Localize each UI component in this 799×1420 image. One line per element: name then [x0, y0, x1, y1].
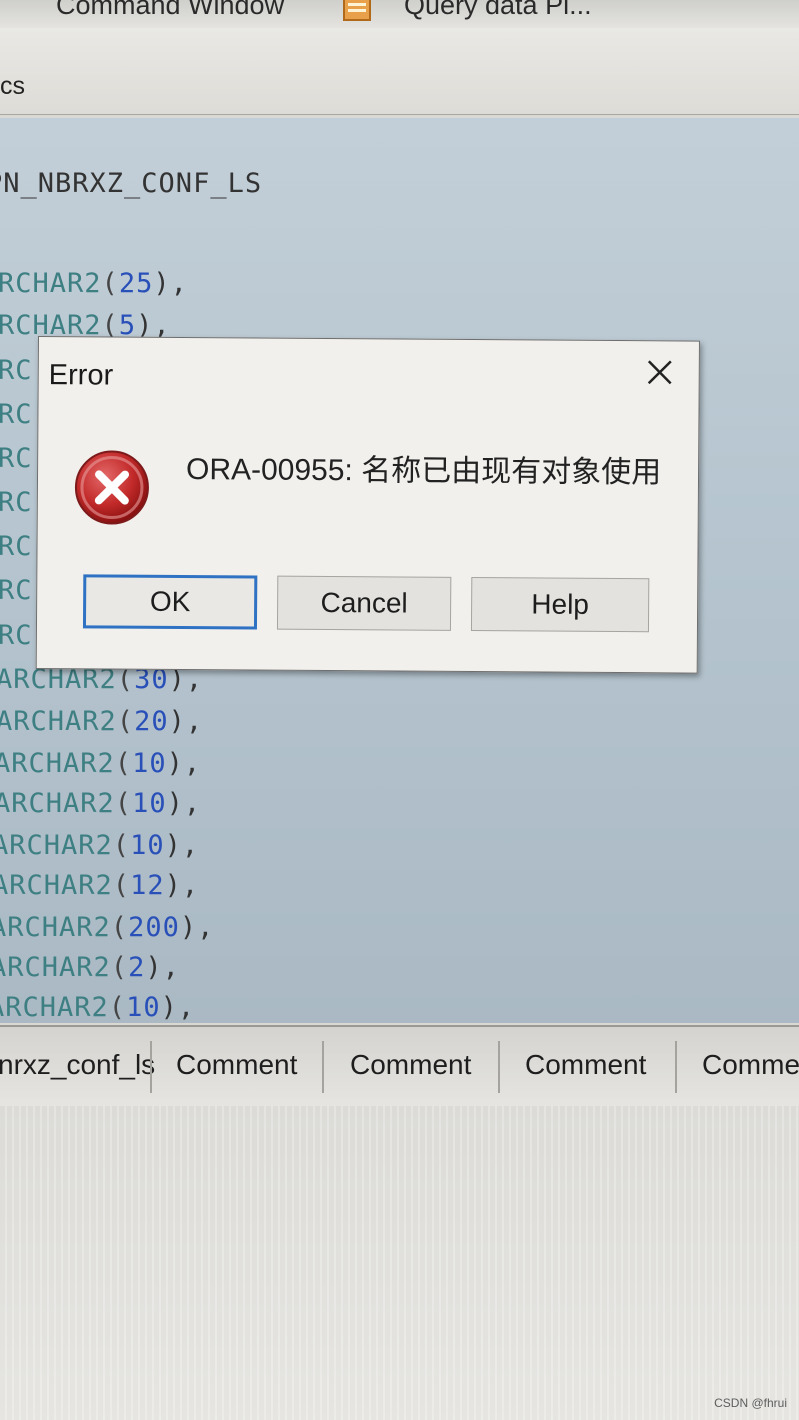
column-definition-line: ARCHAR2(10), [0, 830, 199, 861]
help-button[interactable]: Help [470, 577, 650, 633]
tab-command-window[interactable]: Command Window [56, 0, 284, 21]
column-definition-line: RC [0, 575, 33, 606]
error-dialog: Error ORA-00955: 名称已由现有对象使用 OK Cancel He… [35, 336, 700, 674]
column-definition-line: RCHAR2(25), [0, 268, 188, 299]
open-paren: ( [112, 830, 131, 861]
datatype-keyword: RC [0, 443, 33, 474]
line-end-punctuation: ), [164, 870, 200, 901]
tab-command-window-label: Command Window [56, 0, 285, 20]
open-paren: ( [108, 992, 127, 1023]
tab-comment-2[interactable]: Comment [350, 1049, 471, 1081]
subtab-partial-label[interactable]: cs [0, 72, 25, 101]
datatype-keyword: ARCHAR2 [0, 992, 109, 1023]
column-definition-line: ARCHAR2(2), [0, 952, 180, 983]
tab-divider [498, 1041, 500, 1093]
datatype-keyword: ARCHAR2 [0, 748, 115, 779]
open-paren: ( [114, 788, 133, 819]
cancel-button[interactable]: Cancel [276, 575, 452, 631]
error-message: ORA-00955: 名称已由现有对象使用 [185, 453, 662, 490]
column-definition-line: ARCHAR2(20), [0, 706, 203, 737]
column-definition-line: RC [0, 399, 33, 430]
column-definition-line: ARCHAR2(12), [0, 870, 199, 901]
watermark: CSDN @fhrui [714, 1396, 787, 1410]
datatype-size: 25 [118, 268, 154, 299]
datatype-keyword: ARCHAR2 [0, 870, 113, 901]
column-definition-line: ARCHAR2(10), [0, 788, 201, 819]
open-paren: ( [112, 870, 131, 901]
editor-subtab-bar: cs [0, 28, 799, 115]
datatype-keyword: ARCHAR2 [0, 830, 113, 861]
datatype-size: 20 [134, 706, 169, 737]
ok-button[interactable]: OK [82, 574, 258, 630]
datatype-keyword: RC [0, 575, 33, 606]
datatype-size: 200 [128, 912, 180, 943]
line-end-punctuation: ), [166, 748, 202, 779]
tab-divider [150, 1041, 152, 1093]
dialog-title: Error [48, 359, 114, 392]
tab-divider [675, 1041, 677, 1093]
column-definition-line: RC [0, 443, 33, 474]
tab-comment-3[interactable]: Comment [525, 1049, 646, 1081]
datatype-size: 2 [128, 952, 146, 983]
datatype-keyword: ARCHAR2 [0, 912, 111, 943]
error-x-icon [74, 450, 149, 525]
datatype-keyword: ARCHAR2 [0, 952, 111, 983]
line-end-punctuation: ), [179, 912, 215, 943]
column-definition-line: RC [0, 531, 33, 562]
datatype-size: 10 [132, 748, 167, 779]
column-definition-line: RC [0, 620, 33, 651]
query-window-icon [343, 0, 371, 21]
tab-table-name[interactable]: nrxz_conf_ls [0, 1049, 155, 1081]
open-paren: ( [110, 952, 129, 983]
create-table-line: PN_NBRXZ_CONF_LS [0, 168, 262, 199]
table-name: PN_NBRXZ_CONF_LS [0, 168, 263, 199]
line-end-punctuation: ), [153, 268, 188, 299]
datatype-keyword: RC [0, 355, 33, 386]
result-grid[interactable]: CSDN @fhrui [0, 1106, 799, 1420]
tab-comment-1[interactable]: Comment [176, 1049, 297, 1081]
open-paren: ( [101, 268, 119, 299]
window-tab-strip: Command Window Query data Pl... [0, 0, 799, 29]
open-paren: ( [114, 748, 133, 779]
line-end-punctuation: ), [168, 706, 204, 737]
open-paren: ( [116, 706, 135, 737]
open-paren: ( [110, 912, 129, 943]
datatype-keyword: RCHAR2 [0, 268, 102, 299]
line-end-punctuation: ), [166, 788, 202, 819]
column-definition-line: RC [0, 487, 33, 518]
datatype-keyword: ARCHAR2 [0, 706, 117, 737]
close-icon[interactable] [643, 355, 677, 389]
datatype-keyword: RC [0, 399, 33, 430]
line-end-punctuation: ), [145, 952, 180, 983]
column-definition-line: RC [0, 355, 33, 386]
datatype-keyword: RC [0, 487, 33, 518]
datatype-keyword: RC [0, 531, 33, 562]
tab-query-data-label: Query data Pl... [404, 0, 592, 20]
tab-query-data[interactable]: Query data Pl... [343, 0, 592, 21]
datatype-size: 12 [130, 870, 165, 901]
column-definition-line: ARCHAR2(10), [0, 992, 195, 1023]
datatype-size: 10 [132, 788, 167, 819]
column-definition-line: ARCHAR2(10), [0, 748, 201, 779]
tab-comment-4[interactable]: Comme [702, 1049, 799, 1081]
tab-divider [322, 1041, 324, 1093]
datatype-keyword: RC [0, 620, 33, 651]
column-definition-line: ARCHAR2(200), [0, 912, 214, 943]
datatype-size: 10 [126, 992, 161, 1023]
line-end-punctuation: ), [164, 830, 200, 861]
datatype-keyword: ARCHAR2 [0, 788, 115, 819]
datatype-size: 10 [130, 830, 165, 861]
line-end-punctuation: ), [160, 992, 196, 1023]
result-tab-bar: nrxz_conf_ls Comment Comment Comment Com… [0, 1025, 799, 1108]
